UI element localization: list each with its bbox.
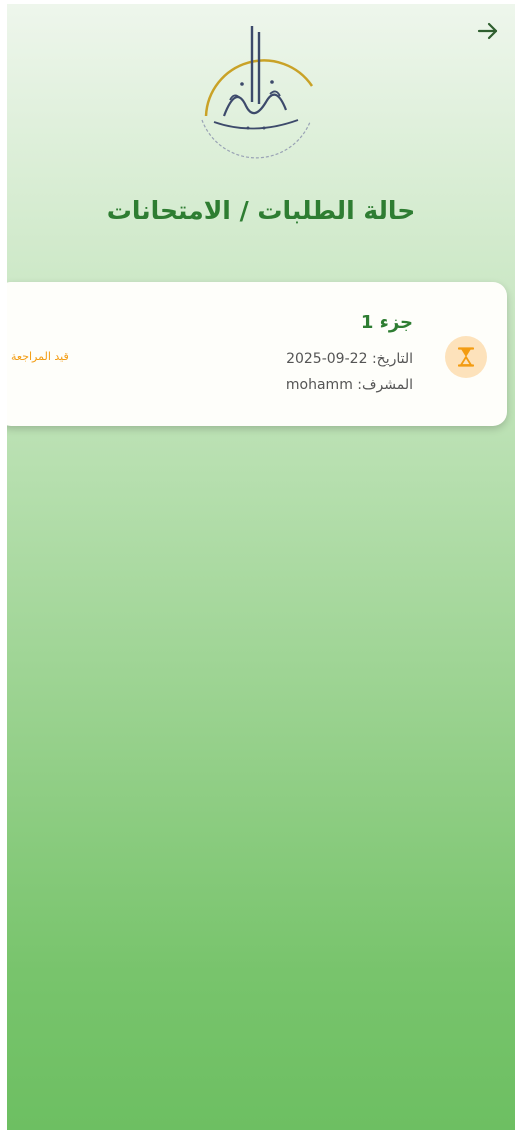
request-card[interactable]: جزء 1 التاريخ: 22-09-2025 المشرف: mohamm… [7,282,507,426]
supervisor-value: mohamm [285,377,353,393]
request-supervisor: المشرف: mohamm [286,377,413,393]
supervisor-label: المشرف: [357,377,413,393]
status-badge: قيد المراجعة [11,350,69,363]
date-label: التاريخ: [371,351,413,367]
status-icon-badge [445,336,487,378]
page-title: حالة الطلبات / الامتحانات [106,196,416,225]
hourglass-icon [458,347,474,367]
back-button[interactable] [475,18,501,44]
request-title: جزء 1 [360,312,413,333]
date-value: 22-09-2025 [286,351,368,367]
arrow-right-icon [477,22,498,40]
app-logo [184,24,324,164]
request-date: التاريخ: 22-09-2025 [286,351,413,367]
app-screen: حالة الطلبات / الامتحانات جزء 1 التاريخ:… [7,4,515,1130]
